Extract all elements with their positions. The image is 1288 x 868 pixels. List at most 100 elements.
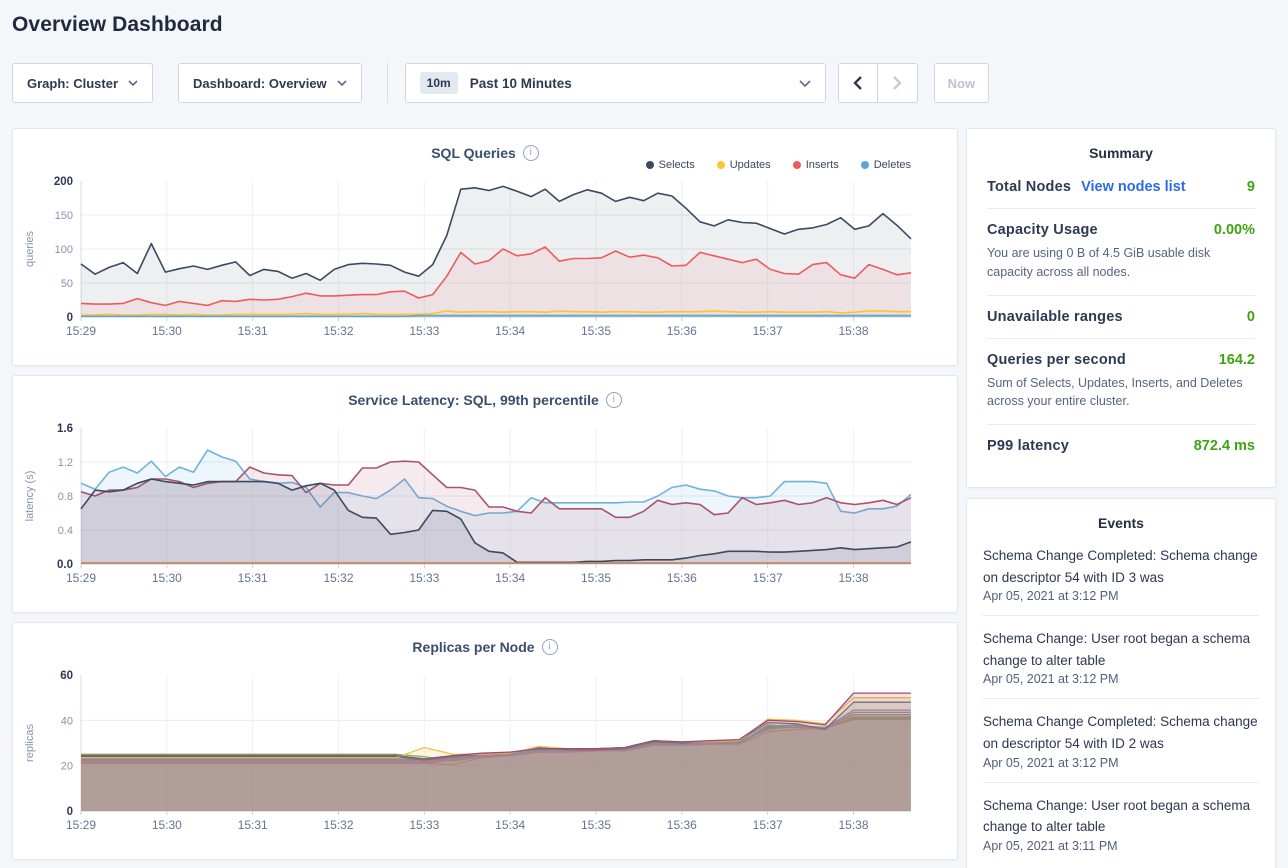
svg-text:150: 150 (55, 210, 73, 222)
divider (983, 615, 1259, 616)
svg-text:15:37: 15:37 (753, 818, 783, 832)
svg-text:15:35: 15:35 (581, 818, 611, 832)
time-range-badge: 10m (420, 72, 458, 94)
info-icon[interactable]: i (606, 392, 622, 408)
info-icon[interactable]: i (523, 145, 539, 161)
chart-title: Replicas per Node (412, 639, 534, 655)
svg-text:1.2: 1.2 (58, 457, 73, 469)
service-latency-sql-99th-percentile-chart[interactable]: 15:2915:3015:3115:3215:3315:3415:3515:36… (17, 410, 937, 598)
summary-label: Capacity Usage (987, 222, 1098, 238)
svg-text:15:34: 15:34 (495, 818, 525, 832)
graph-dropdown[interactable]: Graph: Cluster (12, 63, 153, 103)
sql-queries-chart[interactable]: 15:2915:3015:3115:3215:3315:3415:3515:36… (17, 163, 937, 351)
svg-text:15:32: 15:32 (323, 818, 353, 832)
dashboard-dropdown[interactable]: Dashboard: Overview (178, 63, 362, 103)
summary-label: Total Nodes (987, 179, 1071, 195)
replicas-per-node-chart-panel: Replicas per Node i 15:2915:3015:3115:32… (12, 622, 958, 860)
events-panel: Events Schema Change Completed: Schema c… (966, 498, 1276, 868)
summary-label: Queries per second (987, 352, 1126, 368)
legend-label: Updates (730, 159, 771, 171)
summary-row: Capacity Usage 0.00% You are using 0 B of … (987, 222, 1255, 282)
event-item: Schema Change: User root began a schema … (983, 628, 1259, 686)
svg-text:0.4: 0.4 (58, 525, 73, 537)
view-nodes-list-link[interactable]: View nodes list (1081, 179, 1186, 195)
legend-dot-icon (793, 161, 801, 169)
summary-value: 872.4 ms (1194, 438, 1255, 454)
divider (983, 782, 1259, 783)
svg-text:15:33: 15:33 (409, 818, 439, 832)
legend-dot-icon (861, 161, 869, 169)
legend-label: Deletes (874, 159, 911, 171)
event-item: Schema Change Completed: Schema change o… (983, 545, 1259, 603)
legend-item-updates[interactable]: Updates (717, 159, 771, 171)
chart-legend: Selects Updates Inserts Deletes (646, 159, 911, 171)
time-back-button[interactable] (838, 63, 878, 103)
svg-text:queries: queries (24, 230, 36, 267)
summary-panel: Summary Total NodesView nodes list9Capac… (966, 128, 1276, 488)
chevron-right-icon (892, 75, 902, 91)
summary-row: Queries per second164.2Sum of Selects, U… (987, 352, 1255, 412)
svg-text:15:38: 15:38 (838, 818, 868, 832)
divider (987, 208, 1255, 209)
summary-value: 0.00% (1214, 222, 1255, 238)
svg-text:200: 200 (54, 176, 73, 188)
graph-dropdown-label: Graph: Cluster (27, 76, 118, 91)
info-icon[interactable]: i (542, 639, 558, 655)
event-item: Schema Change Completed: Schema change o… (983, 711, 1259, 769)
main-content: SQL Queries i SelectsUpdatesInsertsDelet… (12, 128, 1276, 868)
svg-text:60: 60 (60, 670, 73, 682)
summary-value: 0 (1247, 309, 1255, 325)
svg-text:50: 50 (61, 278, 73, 290)
svg-text:0: 0 (67, 806, 73, 818)
svg-text:15:34: 15:34 (495, 324, 525, 338)
event-text: Schema Change Completed: Schema change o… (983, 711, 1259, 754)
time-forward-button[interactable] (878, 63, 918, 103)
svg-text:15:38: 15:38 (838, 324, 868, 338)
svg-text:15:32: 15:32 (323, 571, 353, 585)
summary-desc: Sum of Selects, Updates, Inserts, and De… (987, 374, 1255, 412)
svg-text:0.0: 0.0 (57, 559, 73, 571)
svg-text:15:32: 15:32 (323, 324, 353, 338)
svg-text:15:31: 15:31 (238, 324, 268, 338)
now-button[interactable]: Now (934, 63, 989, 103)
svg-text:latency (s): latency (s) (24, 471, 36, 522)
legend-item-inserts[interactable]: Inserts (793, 159, 839, 171)
event-text: Schema Change Completed: Schema change o… (983, 545, 1259, 588)
summary-rows: Total NodesView nodes list9Capacity Usag… (987, 179, 1255, 454)
summary-label: Unavailable ranges (987, 309, 1123, 325)
chevron-down-icon (128, 80, 138, 86)
event-text: Schema Change: User root began a schema … (983, 795, 1259, 838)
event-timestamp: Apr 05, 2021 at 3:11 PM (983, 839, 1259, 853)
dashboard-dropdown-label: Dashboard: Overview (193, 76, 327, 91)
svg-text:15:31: 15:31 (238, 818, 268, 832)
divider (983, 698, 1259, 699)
divider (987, 338, 1255, 339)
legend-label: Inserts (806, 159, 839, 171)
dashboard-controls: Graph: Cluster Dashboard: Overview 10m P… (12, 63, 1276, 103)
replicas-per-node-chart[interactable]: 15:2915:3015:3115:3215:3315:3415:3515:36… (17, 657, 937, 845)
svg-text:15:30: 15:30 (152, 324, 182, 338)
svg-text:100: 100 (55, 244, 73, 256)
summary-row: P99 latency872.4 ms (987, 438, 1255, 454)
chart-title: Service Latency: SQL, 99th percentile (348, 392, 599, 408)
events-title: Events (983, 515, 1259, 531)
chevron-down-icon (799, 80, 811, 87)
summary-desc: You are using 0 B of 4.5 GiB usable disk… (987, 244, 1255, 282)
event-item: Schema Change: User root began a schema … (983, 795, 1259, 853)
svg-text:15:30: 15:30 (152, 571, 182, 585)
time-range-picker[interactable]: 10m Past 10 Minutes (405, 63, 826, 103)
sql-queries-chart-panel: SQL Queries i SelectsUpdatesInsertsDelet… (12, 128, 958, 366)
svg-text:15:29: 15:29 (66, 324, 96, 338)
legend-item-selects[interactable]: Selects (646, 159, 695, 171)
legend-dot-icon (646, 161, 654, 169)
svg-text:15:35: 15:35 (581, 324, 611, 338)
svg-text:15:30: 15:30 (152, 818, 182, 832)
legend-item-deletes[interactable]: Deletes (861, 159, 911, 171)
event-timestamp: Apr 05, 2021 at 3:12 PM (983, 672, 1259, 686)
svg-text:15:36: 15:36 (667, 324, 697, 338)
svg-text:15:37: 15:37 (753, 571, 783, 585)
summary-row: Total NodesView nodes list9 (987, 179, 1255, 195)
legend-dot-icon (717, 161, 725, 169)
chevron-down-icon (337, 80, 347, 86)
time-range-label: Past 10 Minutes (470, 76, 572, 91)
